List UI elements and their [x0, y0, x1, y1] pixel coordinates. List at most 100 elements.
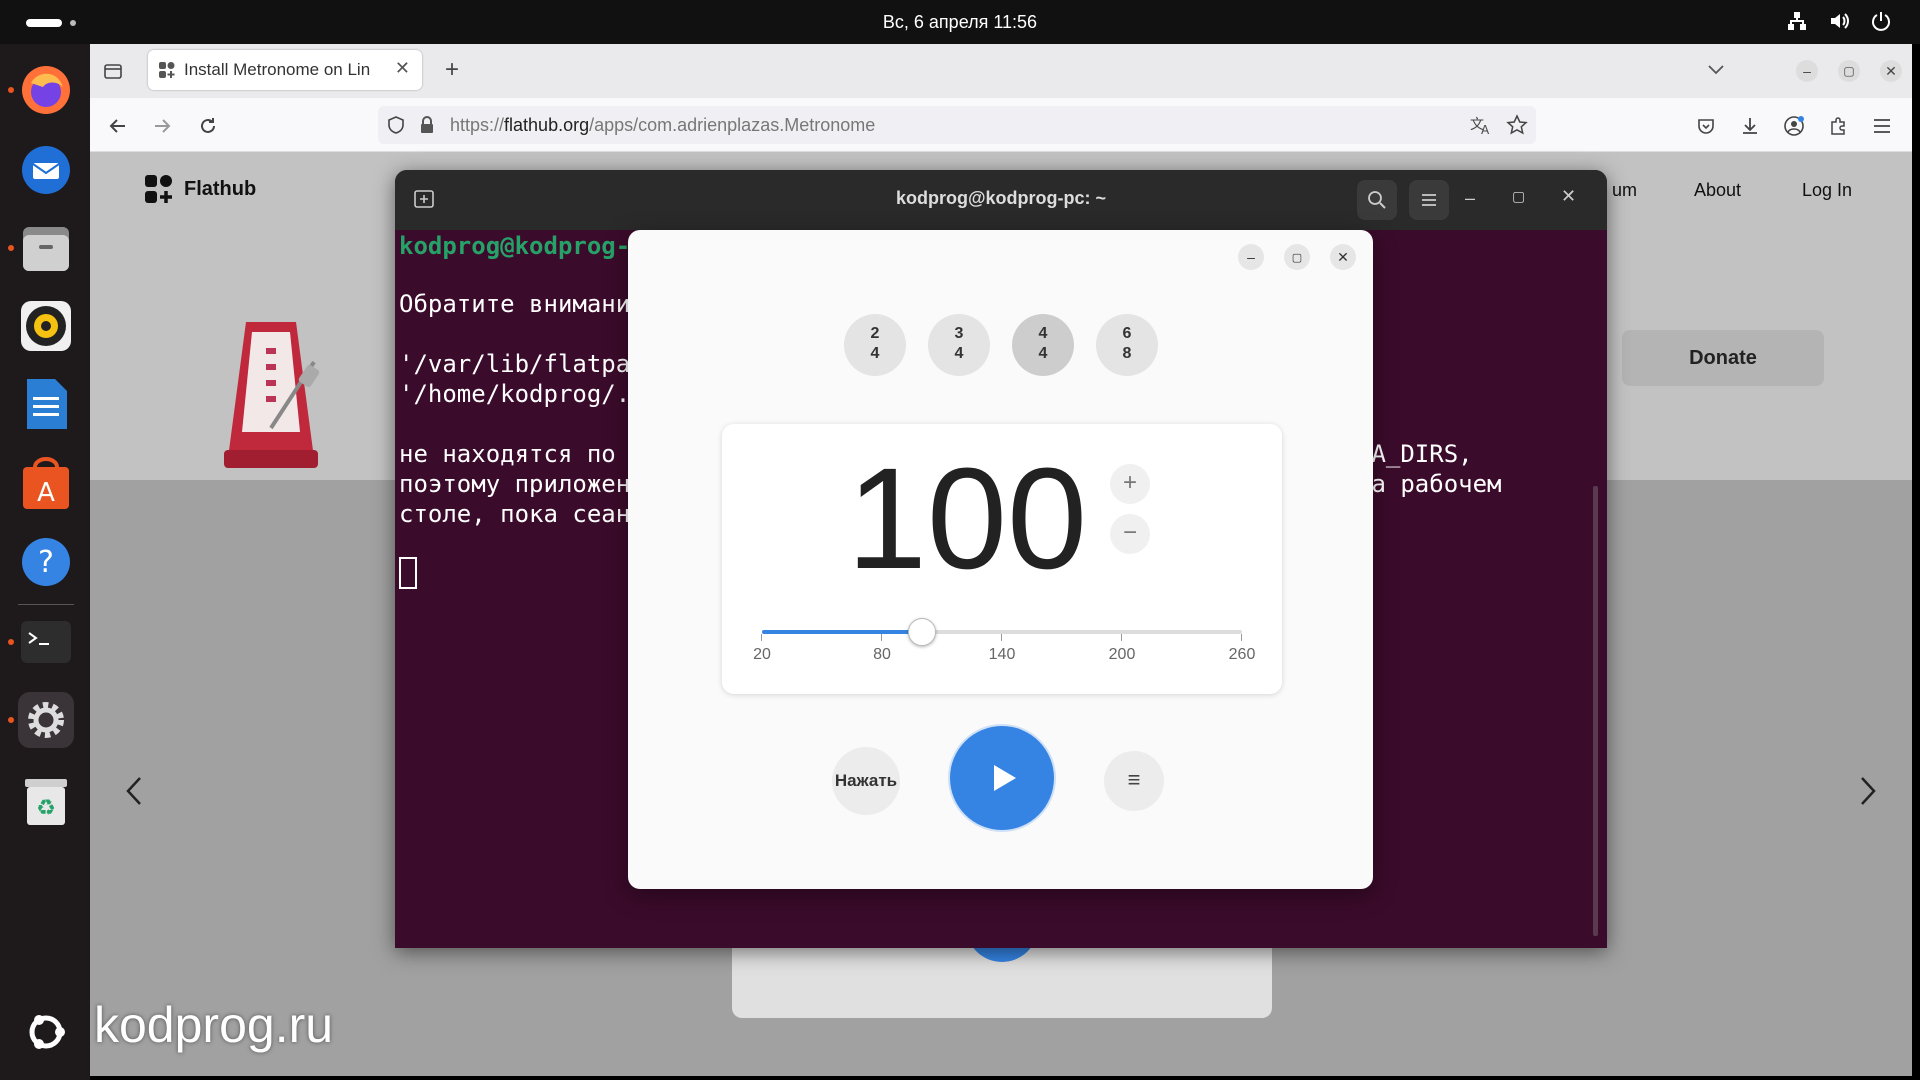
play-button[interactable]	[950, 726, 1054, 830]
tap-tempo-button[interactable]: Нажать	[832, 747, 900, 815]
minimize-browser-icon[interactable]: –	[1796, 60, 1818, 82]
dock: A ? ♻	[0, 44, 90, 1080]
tab-title: Install Metronome on Lin	[184, 60, 371, 79]
settings-icon[interactable]	[8, 692, 74, 748]
terminal-close-icon[interactable]: ✕	[1561, 186, 1576, 207]
tempo-tick-label: 260	[1212, 634, 1272, 664]
terminal-maximize-icon[interactable]: ▢	[1512, 188, 1525, 205]
metronome-minimize-icon[interactable]: –	[1238, 244, 1264, 270]
tempo-slider[interactable]	[762, 618, 1242, 646]
terminal-line: на рабочем	[1357, 470, 1502, 498]
time-signature-3-4-button[interactable]: 34	[928, 314, 990, 376]
files-icon[interactable]	[8, 220, 74, 276]
terminal-line: '/home/kodprog/.	[399, 380, 631, 408]
help-icon[interactable]: ?	[18, 534, 74, 590]
flathub-favicon-icon	[158, 61, 176, 84]
tempo-tick-label: 140	[972, 634, 1032, 664]
network-icon[interactable]	[1786, 10, 1808, 32]
flathub-logo[interactable]: Flathub	[144, 174, 256, 204]
terminal-cursor	[399, 557, 417, 589]
terminal-menu-icon[interactable]	[1409, 180, 1449, 220]
terminal-line: '/var/lib/flatpa	[399, 350, 631, 378]
account-icon[interactable]	[1780, 112, 1808, 140]
metronome-maximize-icon[interactable]: ▢	[1284, 244, 1310, 270]
bookmark-star-icon[interactable]	[1506, 114, 1528, 141]
terminal-header: kodprog@kodprog-pc: ~ – ▢ ✕	[395, 170, 1607, 230]
pocket-icon[interactable]	[1692, 112, 1720, 140]
firefox-icon[interactable]	[8, 62, 74, 118]
increase-tempo-button[interactable]: +	[1110, 464, 1150, 504]
new-tab-icon[interactable]: +	[438, 56, 466, 84]
top-bar: Вс, 6 апреля 11:56	[0, 0, 1920, 44]
app-menu-icon[interactable]	[1868, 112, 1896, 140]
ubuntu-logo-icon[interactable]	[22, 1008, 70, 1061]
rhythmbox-icon[interactable]	[18, 298, 74, 354]
decrease-tempo-button[interactable]: −	[1110, 514, 1150, 554]
carousel-next-icon[interactable]	[1858, 774, 1878, 817]
tab-overview-icon[interactable]	[100, 58, 126, 84]
svg-text:A: A	[37, 478, 55, 508]
browser-tab[interactable]: Install Metronome on Lin ✕	[148, 50, 422, 90]
terminal-search-icon[interactable]	[1357, 180, 1397, 220]
nav-forum-link[interactable]: um	[1612, 180, 1637, 201]
flathub-logo-icon	[145, 175, 172, 203]
terminal-line: TA_DIRS,	[1357, 440, 1473, 468]
clock[interactable]: Вс, 6 апреля 11:56	[0, 12, 1920, 33]
url-text[interactable]: https://flathub.org/apps/com.adrienplaza…	[450, 115, 875, 136]
tempo-slider-fill	[762, 630, 922, 634]
time-signature-4-4-button[interactable]: 44	[1012, 314, 1074, 376]
tempo-tick-label: 200	[1092, 634, 1152, 664]
metronome-menu-button[interactable]: ≡	[1104, 751, 1164, 811]
tempo-tick-label: 20	[732, 634, 792, 664]
back-icon[interactable]	[104, 112, 132, 140]
terminal-icon[interactable]	[8, 614, 74, 670]
thunderbird-icon[interactable]	[18, 142, 74, 198]
terminal-minimize-icon[interactable]: –	[1465, 188, 1475, 209]
watermark-text: kodprog.ru	[94, 997, 334, 1053]
system-tray[interactable]	[1786, 10, 1892, 32]
extensions-icon[interactable]	[1824, 112, 1852, 140]
power-icon[interactable]	[1870, 10, 1892, 32]
forward-icon[interactable]	[148, 112, 176, 140]
tab-bar: Install Metronome on Lin ✕ + – ▢ ✕	[90, 44, 1912, 98]
svg-text:A: A	[1481, 123, 1490, 135]
reload-icon[interactable]	[194, 112, 222, 140]
close-tab-icon[interactable]: ✕	[395, 58, 410, 79]
time-signature-6-8-button[interactable]: 68	[1096, 314, 1158, 376]
volume-icon[interactable]	[1828, 10, 1850, 32]
nav-login-link[interactable]: Log In	[1802, 180, 1852, 201]
metronome-app-icon	[216, 318, 326, 477]
address-bar[interactable]: https://flathub.org/apps/com.adrienplaza…	[378, 106, 1536, 144]
svg-text:♻: ♻	[36, 796, 56, 821]
tempo-slider-thumb[interactable]	[908, 618, 936, 646]
terminal-scrollbar[interactable]	[1593, 486, 1598, 936]
terminal-line: не находятся по	[399, 440, 616, 468]
close-browser-icon[interactable]: ✕	[1880, 60, 1902, 82]
play-icon	[994, 765, 1016, 791]
screenshot-preview-card	[732, 922, 1272, 1018]
terminal-line: поэтому приложен	[399, 470, 631, 498]
app-center-icon[interactable]: A	[18, 456, 74, 512]
list-tabs-icon[interactable]	[1702, 56, 1730, 84]
metronome-window: – ▢ ✕ 24 34 44 68 100 + − 20 80 140 200 260 …	[628, 230, 1373, 889]
metronome-close-icon[interactable]: ✕	[1330, 244, 1356, 270]
terminal-line: столе, пока сеан	[399, 500, 631, 528]
time-signature-2-4-button[interactable]: 24	[844, 314, 906, 376]
tempo-tick-label: 80	[852, 634, 912, 664]
translate-icon[interactable]: 文A	[1470, 115, 1492, 140]
trash-icon[interactable]: ♻	[18, 774, 74, 830]
carousel-prev-icon[interactable]	[124, 774, 144, 817]
navigation-bar: https://flathub.org/apps/com.adrienplaza…	[90, 98, 1912, 152]
maximize-browser-icon[interactable]: ▢	[1838, 60, 1860, 82]
terminal-prompt: kodprog@kodprog-	[399, 232, 631, 260]
writer-icon[interactable]	[18, 376, 74, 432]
lock-icon[interactable]	[418, 115, 436, 140]
terminal-line: Обратите внимани	[399, 290, 631, 318]
downloads-icon[interactable]	[1736, 112, 1764, 140]
svg-text:?: ?	[38, 545, 54, 580]
flathub-logo-text: Flathub	[184, 177, 257, 200]
tracking-shield-icon[interactable]	[386, 115, 406, 140]
nav-about-link[interactable]: About	[1694, 180, 1741, 201]
tempo-card: 100 + − 20 80 140 200 260	[722, 424, 1282, 694]
donate-button[interactable]: Donate	[1622, 330, 1824, 386]
